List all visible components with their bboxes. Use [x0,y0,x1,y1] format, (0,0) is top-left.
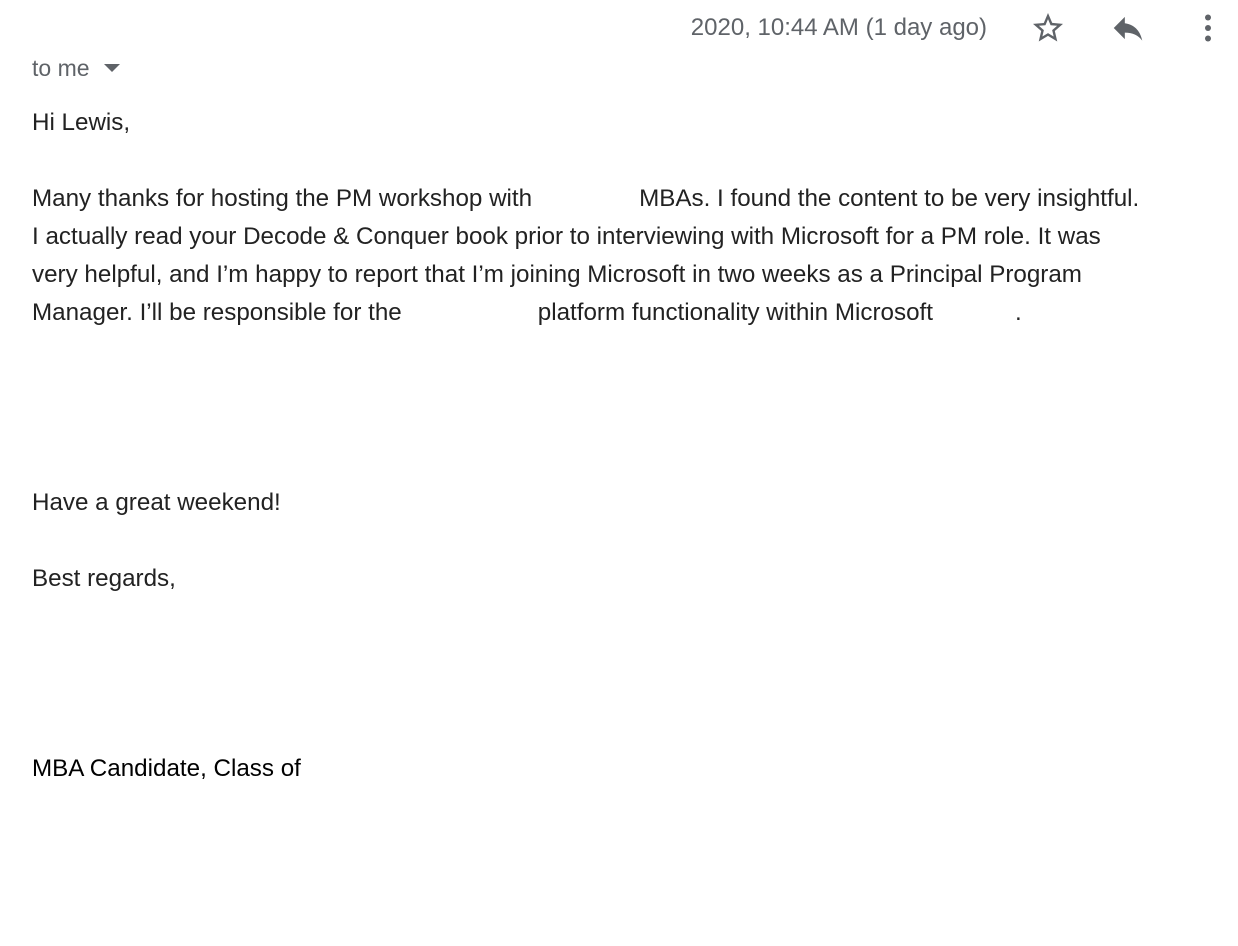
star-outline-icon [1033,13,1063,42]
message-header: 2020, 10:44 AM (1 day ago) [0,0,1238,56]
message-signature: MBA Candidate, Class of [32,755,301,782]
more-options-button[interactable] [1188,8,1228,48]
paragraph-line-4-start: Manager. I’ll be responsible for the [32,299,402,326]
recipient-label: to me [32,54,90,81]
paragraph-line-4-middle: platform functionality within Microsoft [537,299,933,326]
message-timestamp: 2020, 10:44 AM (1 day ago) [690,14,987,41]
message-paragraph: Many thanks for hosting the PM workshop … [32,180,1232,332]
paragraph-line-1: Many thanks for hosting the PM workshop … [32,180,1232,218]
reply-button[interactable] [1108,8,1148,48]
paragraph-line-4: Manager. I’ll be responsible for the plat… [32,294,1232,332]
paragraph-line-3: very helpful, and I’m happy to report th… [32,261,1082,288]
more-vert-icon [1205,14,1211,42]
paragraph-line-2: I actually read your Decode & Conquer bo… [32,223,1101,250]
message-closing: Have a great weekend! [32,489,281,516]
paragraph-line-1-end: MBAs. I found the content to be very ins… [639,185,1140,212]
recipient-details-toggle[interactable]: to me [32,52,120,84]
chevron-down-icon [103,64,120,72]
paragraph-line-4-end: . [1014,299,1022,326]
star-button[interactable] [1028,8,1068,48]
reply-icon [1113,16,1143,41]
message-signoff: Best regards, [32,565,176,592]
paragraph-line-1-start: Many thanks for hosting the PM workshop … [32,185,533,212]
message-greeting: Hi Lewis, [32,109,131,136]
